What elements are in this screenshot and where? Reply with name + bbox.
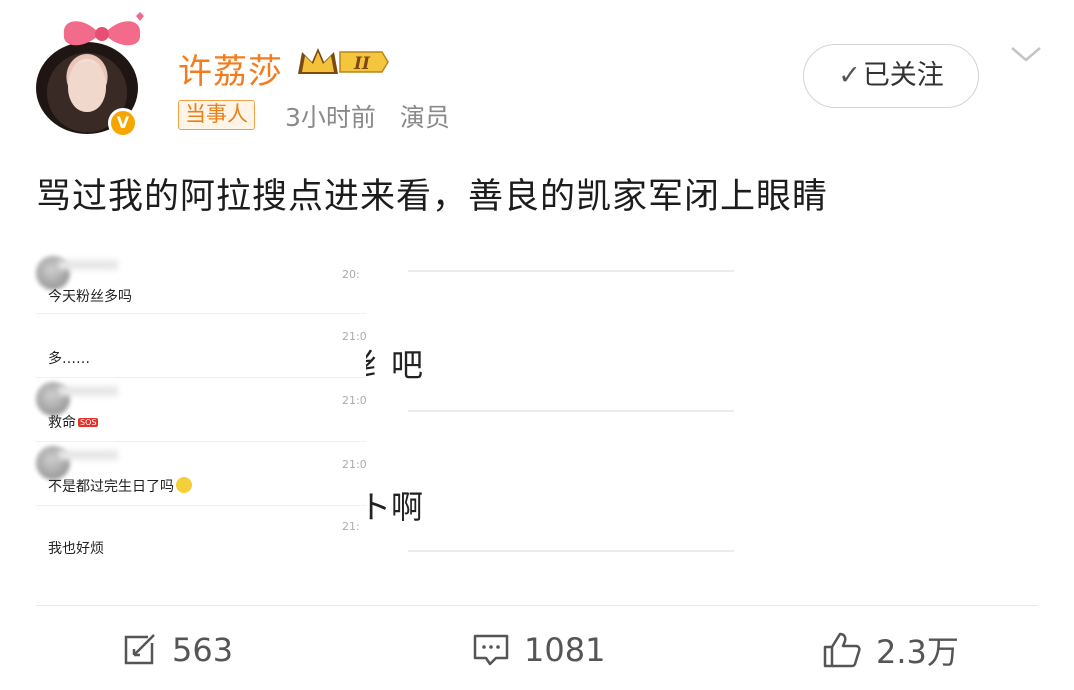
comment-button[interactable]: 1081: [472, 628, 605, 672]
avatar-face: [68, 62, 106, 112]
author-name[interactable]: 许荔莎: [178, 44, 283, 93]
chat-row: 21:0 不是都过完生日了吗: [36, 442, 367, 506]
chevron-down-icon[interactable]: [1006, 42, 1046, 66]
comment-count: 1081: [524, 631, 606, 669]
chat-row: 21:0 多……: [36, 314, 367, 378]
bow-icon: [63, 12, 144, 46]
chat-time: 20:: [342, 268, 360, 281]
blurred-name: [58, 450, 118, 460]
svg-text:II: II: [353, 54, 371, 74]
author-avatar[interactable]: V: [36, 12, 144, 138]
author-role: 演员: [399, 103, 450, 132]
crying-emoji-icon: [176, 477, 192, 493]
bg-divider: [408, 550, 734, 552]
bg-text-fragment: 纟吧: [359, 346, 424, 384]
chat-message: 多……: [48, 351, 90, 367]
comment-icon: [473, 634, 509, 666]
chat-message: 我也好烦: [48, 541, 104, 557]
repost-icon: [124, 634, 155, 665]
chat-time: 21:0: [342, 458, 367, 471]
sos-icon: SOS: [78, 418, 99, 427]
bg-divider: [408, 270, 734, 272]
post-text: 骂过我的阿拉搜点进来看，善良的凯家军闭上眼睛: [36, 177, 829, 217]
thumbs-up-icon: [823, 632, 861, 668]
chat-row: 20: 今天粉丝多吗: [36, 250, 366, 314]
chat-message-text: 救命: [48, 415, 76, 431]
chat-message: 今天粉丝多吗: [48, 289, 132, 305]
follow-label: 已关注: [862, 60, 944, 91]
verified-badge-icon: V: [108, 108, 138, 138]
like-count: 2.3万: [876, 633, 959, 671]
footer-divider: [36, 605, 1038, 606]
chat-row: 21:0 救命 SOS: [36, 378, 367, 442]
bg-text-fragment: ト啊: [359, 488, 424, 526]
repost-count: 563: [172, 631, 234, 669]
chat-message-text: 不是都过完生日了吗: [48, 479, 174, 495]
checkmark-icon: ✓: [838, 60, 861, 91]
chat-time: 21:0: [342, 330, 367, 343]
blurred-name: [58, 386, 118, 396]
chat-message: 不是都过完生日了吗: [48, 476, 192, 496]
chat-row: 21: 我也好烦: [36, 506, 366, 570]
blurred-name: [58, 260, 118, 270]
like-button[interactable]: 2.3万: [822, 628, 959, 672]
chat-time: 21:: [342, 520, 360, 533]
repost-button[interactable]: 563: [122, 628, 233, 672]
chat-time: 21:0: [342, 394, 367, 407]
follow-button[interactable]: ✓已关注: [803, 44, 979, 108]
post-image-chat-screenshot[interactable]: 20: 今天粉丝多吗 21:0 多…… 21:0 救命 SOS 21:0 不是都过…: [36, 250, 367, 570]
post-meta: 3小时前 演员: [285, 98, 466, 134]
post-time: 3小时前: [285, 103, 376, 132]
crown-level-badge-icon: II: [298, 48, 389, 74]
party-tag: 当事人: [178, 100, 255, 130]
bg-divider: [408, 410, 734, 412]
chat-message: 救命 SOS: [48, 412, 99, 432]
